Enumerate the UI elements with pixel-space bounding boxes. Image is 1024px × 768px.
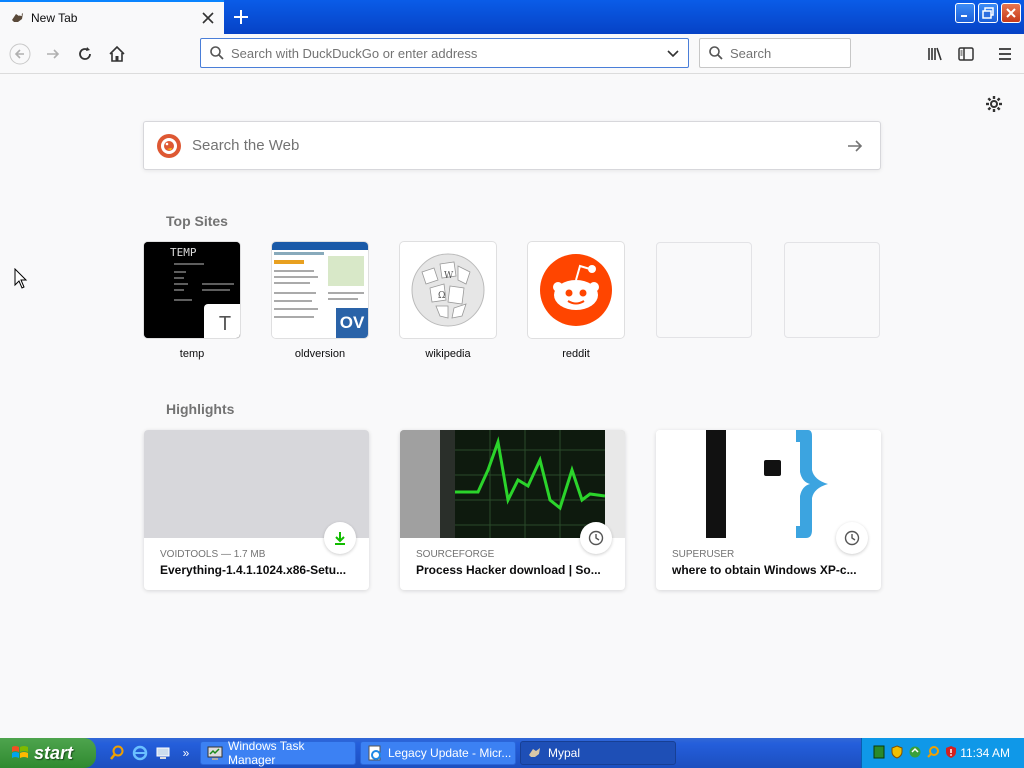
taskbar-button-mypal[interactable]: Mypal (520, 741, 676, 765)
site-letter-badge: T (204, 304, 240, 338)
chevron-down-icon[interactable] (666, 46, 680, 60)
start-label: start (34, 742, 74, 763)
card-title: Everything-1.4.1.1024.x86-Setu... (160, 563, 347, 577)
card-source: SUPERUSER (672, 549, 735, 560)
url-bar[interactable]: Search with DuckDuckGo or enter address (200, 38, 689, 68)
site-label: wikipedia (425, 348, 471, 360)
arrow-right-icon[interactable] (846, 137, 864, 155)
title-bar: New Tab (0, 0, 1024, 34)
home-button[interactable] (103, 40, 131, 68)
svg-text:Ω: Ω (438, 291, 445, 301)
clock-icon (580, 522, 612, 554)
navigation-toolbar: Search with DuckDuckGo or enter address … (0, 34, 1024, 74)
top-site-wikipedia[interactable]: W Ω wikipedia (400, 242, 496, 360)
start-button[interactable]: start (0, 738, 96, 768)
svg-text:W: W (444, 271, 454, 281)
close-tab-icon[interactable] (198, 8, 218, 28)
reload-icon (79, 47, 91, 60)
mypal-icon (527, 745, 543, 761)
taskbar: start » Windows Task Manager Legacy Upda… (0, 738, 1024, 768)
taskbar-button-label: Legacy Update - Micr... (388, 746, 512, 760)
tray-alert-shield-icon[interactable] (944, 745, 958, 759)
quicklaunch-ie-icon[interactable] (131, 744, 149, 762)
library-button[interactable] (921, 40, 949, 68)
site-label: oldversion (294, 348, 346, 360)
web-search-box[interactable]: Search the Web (143, 121, 881, 170)
home-icon (109, 45, 125, 62)
top-site-empty-slot[interactable] (784, 242, 880, 338)
site-label: temp (179, 348, 205, 360)
sidebar-icon (958, 47, 974, 61)
quicklaunch-chevron[interactable]: » (177, 744, 195, 762)
card-title: where to obtain Windows XP-c... (672, 563, 857, 577)
highlight-card-voidtools[interactable]: VOIDTOOLS — 1.7 MB Everything-1.4.1.1024… (144, 430, 369, 590)
svg-text:TEMP: TEMP (170, 246, 197, 259)
search-input[interactable]: Search (730, 46, 771, 61)
task-manager-icon (207, 745, 223, 761)
system-tray: 11:34 AM (861, 738, 1024, 768)
top-site-temp[interactable]: TEMP T temp (144, 242, 240, 360)
menu-button[interactable] (991, 40, 1019, 68)
search-icon (708, 45, 724, 61)
library-icon (928, 47, 942, 61)
taskbar-button-legacy-update[interactable]: Legacy Update - Micr... (360, 741, 516, 765)
site-text-badge: OV (339, 313, 365, 332)
tab-new-tab[interactable]: New Tab (0, 0, 224, 34)
tab-title: New Tab (31, 11, 78, 25)
web-search-input[interactable]: Search the Web (192, 137, 846, 154)
site-thumbnail: OV (272, 242, 368, 338)
taskbar-button-label: Windows Task Manager (228, 739, 305, 767)
mouse-cursor-icon (14, 267, 28, 293)
reddit-logo-icon (540, 254, 612, 326)
quicklaunch-desktop-icon[interactable] (154, 744, 172, 762)
close-window-button[interactable] (1001, 3, 1021, 23)
windows-flag-icon (10, 743, 30, 763)
top-site-empty-slot[interactable] (656, 242, 752, 338)
url-input[interactable]: Search with DuckDuckGo or enter address (231, 46, 666, 61)
minimize-button[interactable] (955, 3, 975, 23)
duckduckgo-logo-icon (156, 133, 182, 159)
highlights-heading: Highlights (166, 401, 235, 417)
site-thumbnail: W Ω (400, 242, 496, 338)
forward-arrow-icon (47, 49, 60, 59)
forward-button[interactable] (39, 40, 67, 68)
card-title: Process Hacker download | So... (416, 563, 601, 577)
tray-network-icon[interactable] (872, 745, 886, 759)
card-source: SOURCEFORGE (416, 549, 495, 560)
top-sites-heading: Top Sites (166, 213, 228, 229)
search-bar[interactable]: Search (699, 38, 851, 68)
site-label: reddit (562, 348, 590, 360)
taskbar-button-task-manager[interactable]: Windows Task Manager (200, 739, 356, 767)
hamburger-menu-icon (999, 48, 1011, 60)
download-icon (324, 522, 356, 554)
taskbar-button-label: Mypal (548, 746, 581, 760)
top-site-reddit[interactable]: reddit (528, 242, 624, 360)
highlight-card-sourceforge[interactable]: SOURCEFORGE Process Hacker download | So… (400, 430, 625, 590)
reload-button[interactable] (71, 40, 99, 68)
mypal-icon (10, 10, 26, 26)
restore-button[interactable] (978, 3, 998, 23)
taskbar-clock[interactable]: 11:34 AM (960, 746, 1010, 760)
search-icon (209, 45, 225, 61)
site-thumbnail (528, 242, 624, 338)
ie-page-icon (367, 745, 383, 761)
sidebar-button[interactable] (952, 40, 980, 68)
tray-security-shield-icon[interactable] (890, 745, 904, 759)
top-site-oldversion[interactable]: OV oldversion (272, 242, 368, 360)
highlight-card-superuser[interactable]: SUPERUSER where to obtain Windows XP-c..… (656, 430, 881, 590)
new-tab-button[interactable] (229, 5, 253, 29)
back-button[interactable] (6, 40, 34, 68)
clock-icon (836, 522, 868, 554)
site-thumbnail: TEMP T (144, 242, 240, 338)
wikipedia-globe-icon: W Ω (411, 253, 485, 327)
tray-update-icon[interactable] (908, 745, 922, 759)
card-source: VOIDTOOLS — 1.7 MB (160, 549, 266, 560)
back-arrow-icon (9, 43, 31, 65)
customize-gear-icon[interactable] (984, 94, 1004, 114)
quicklaunch-search-icon[interactable] (108, 744, 126, 762)
tray-search-icon[interactable] (926, 745, 940, 759)
